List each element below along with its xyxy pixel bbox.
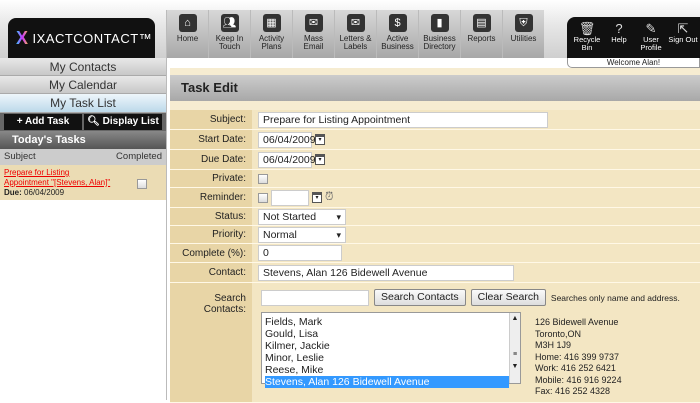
contact-listbox[interactable]: ▲ ≡ ▼ Fields, Mark Gould, Lisa Kilmer, Jackie… — [261, 312, 521, 388]
col-completed: Completed — [116, 151, 162, 162]
logo-mark-icon: X — [16, 27, 29, 48]
todays-tasks-heading: Today's Tasks — [0, 131, 166, 149]
letters-icon: ✉ — [346, 14, 365, 32]
sidebar-my-task-list[interactable]: My Task List — [0, 94, 166, 113]
private-checkbox[interactable] — [258, 173, 268, 184]
main-content: Task Edit Subject: Prepare for Listing Ap… — [170, 68, 700, 403]
col-subject: Subject — [4, 151, 36, 162]
contact-option[interactable]: Minor, Leslie — [265, 352, 509, 364]
calendar-icon[interactable]: ▾ — [312, 192, 322, 203]
nav-letters-labels[interactable]: ✉ Letters & Labels — [334, 10, 376, 58]
contact-option[interactable]: Reese, Mike — [265, 364, 509, 376]
task-link[interactable]: Prepare for Listing Appointment "[Steven… — [4, 168, 110, 187]
nav-active-business[interactable]: $ Active Business — [376, 10, 418, 58]
clear-search-button[interactable]: Clear Search — [470, 289, 546, 306]
calendar-icon[interactable]: ▾ — [315, 154, 325, 165]
add-task-button[interactable]: + Add Task — [4, 114, 82, 130]
nav-activity-plans[interactable]: ▦ Activity Plans — [250, 10, 292, 58]
search-icon: 🔍︎ — [87, 116, 103, 127]
header: X IXACTCONTACT™ ⌂ Home 👥︎ Keep In Touch ▦ Acti… — [0, 0, 700, 58]
alarm-clock-icon[interactable]: ⏰︎ — [325, 191, 334, 204]
contact-address: 126 Bidewell Avenue Toronto,ON M3H 1J9 Home… — [535, 312, 622, 398]
display-list-button[interactable]: 🔍︎ Display List — [84, 114, 162, 130]
nav-utilities[interactable]: ⛨ Utilities — [502, 10, 544, 58]
complete-percent-input[interactable]: 0 — [258, 245, 342, 261]
util-sign-out[interactable]: ⇱ Sign Out — [667, 21, 699, 58]
sign-out-icon: ⇱ — [677, 21, 689, 36]
util-recycle-bin[interactable]: 🗑︎ Recycle Bin — [571, 21, 603, 58]
book-icon: ▮ — [430, 14, 449, 32]
reports-icon: ▤ — [472, 14, 491, 32]
people-icon: 👥︎ — [220, 14, 239, 32]
help-icon: ? — [615, 21, 623, 36]
address-line: Work: 416 252 6421 — [535, 363, 616, 373]
status-select[interactable]: Not Started — [258, 208, 346, 225]
address-line: Fax: 416 252 4328 — [535, 386, 611, 396]
due-date-input[interactable]: 06/04/2009 — [258, 151, 316, 168]
contact-option[interactable]: Fields, Mark — [265, 316, 509, 328]
contact-option[interactable]: Gould, Lisa — [265, 328, 509, 340]
shield-icon: ⛨ — [514, 14, 533, 32]
logo[interactable]: X IXACTCONTACT™ — [8, 18, 155, 58]
listbox-scrollbar[interactable]: ▲ ≡ ▼ — [509, 313, 520, 383]
calendar-icon: ▦ — [262, 14, 281, 32]
nav-home[interactable]: ⌂ Home — [166, 10, 208, 58]
task-edit-form: Subject: Prepare for Listing Appointment … — [170, 110, 700, 403]
reminder-checkbox[interactable] — [258, 192, 268, 203]
sign-icon: $ — [388, 14, 407, 32]
calendar-icon[interactable]: ▾ — [315, 134, 325, 145]
search-contacts-input[interactable] — [261, 289, 369, 306]
sidebar: My Contacts My Calendar My Task List + A… — [0, 58, 167, 400]
util-user-profile[interactable]: ✎ User Profile — [635, 21, 667, 58]
page-title: Task Edit — [170, 75, 700, 101]
nav-reports[interactable]: ▤ Reports — [460, 10, 502, 58]
task-completed-checkbox[interactable] — [137, 179, 147, 189]
home-icon: ⌂ — [178, 14, 197, 32]
contact-input[interactable]: Stevens, Alan 126 Bidewell Avenue — [258, 264, 514, 281]
util-help[interactable]: ? Help — [603, 21, 635, 58]
utility-panel: 🗑︎ Recycle Bin? Help ✎ User Profile ⇱ Sign Out — [567, 17, 700, 58]
trash-icon: 🗑︎ — [578, 21, 596, 36]
wrench-icon: ✎ — [645, 21, 657, 36]
main-nav: ⌂ Home 👥︎ Keep In Touch ▦ Activity Plans ✉ Mass… — [166, 10, 544, 58]
contact-option[interactable]: Stevens, Alan 126 Bidewell Avenue — [265, 376, 509, 388]
address-line: Home: 416 399 9737 — [535, 351, 620, 362]
start-date-input[interactable]: 06/04/2009 — [258, 131, 316, 148]
address-line: 126 Bidewell Avenue — [535, 317, 619, 327]
search-hint: Searches only name and address. — [550, 292, 680, 303]
address-line: Mobile: 416 916 9224 — [535, 374, 622, 385]
address-line: Toronto,ON — [535, 328, 582, 339]
sidebar-my-contacts[interactable]: My Contacts — [0, 58, 166, 76]
welcome-message: Welcome Alan! — [567, 58, 700, 68]
nav-mass-email[interactable]: ✉ Mass Email — [292, 10, 334, 58]
address-line: M3H 1J9 — [535, 340, 572, 350]
search-contacts-button[interactable]: Search Contacts — [374, 289, 466, 306]
nav-business-directory[interactable]: ▮ Business Directory — [418, 10, 460, 58]
envelope-icon: ✉ — [304, 14, 323, 32]
nav-keep-in-touch[interactable]: 👥︎ Keep In Touch — [208, 10, 250, 58]
reminder-date-input[interactable] — [271, 189, 309, 206]
priority-select[interactable]: Normal — [258, 226, 346, 243]
task-row: Prepare for Listing Appointment "[Steven… — [0, 165, 166, 200]
contact-option[interactable]: Kilmer, Jackie — [265, 340, 509, 352]
sidebar-my-calendar[interactable]: My Calendar — [0, 76, 166, 94]
subject-input[interactable]: Prepare for Listing Appointment — [258, 111, 548, 128]
